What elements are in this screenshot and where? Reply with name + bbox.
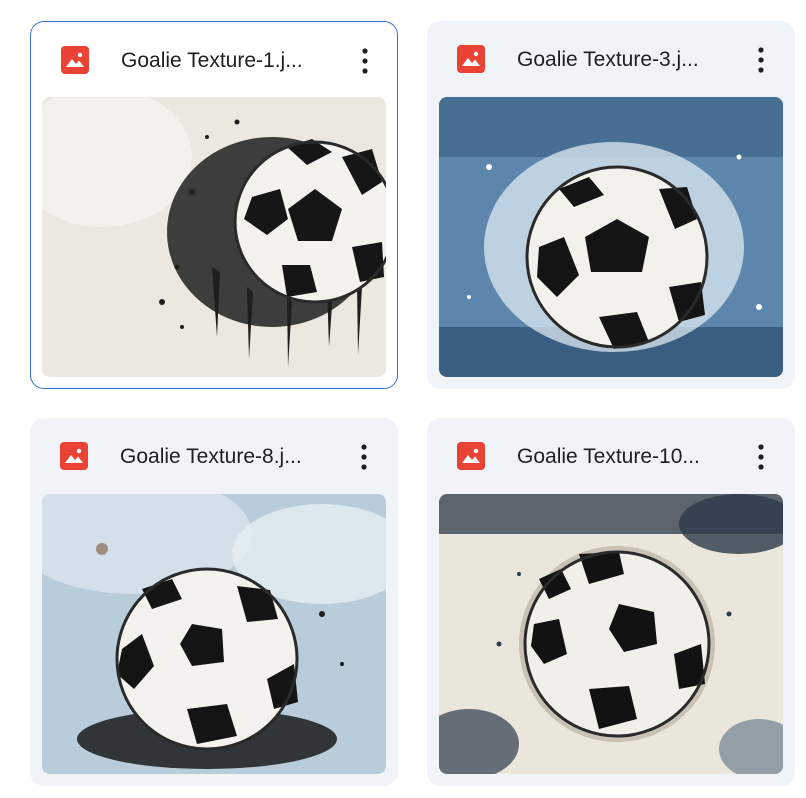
file-card-header: Goalie Texture-8.j... xyxy=(30,418,398,494)
file-card[interactable]: Goalie Texture-10... xyxy=(427,418,795,786)
image-file-icon xyxy=(60,442,88,470)
image-file-icon xyxy=(457,442,485,470)
file-card[interactable]: Goalie Texture-1.j... xyxy=(30,21,398,389)
more-vert-icon xyxy=(362,48,368,74)
file-thumbnail[interactable] xyxy=(439,494,783,774)
file-name: Goalie Texture-3.j... xyxy=(517,48,699,71)
file-thumbnail[interactable] xyxy=(439,97,783,377)
file-card-header: Goalie Texture-1.j... xyxy=(31,22,397,98)
file-card-header: Goalie Texture-10... xyxy=(427,418,795,494)
file-card[interactable]: Goalie Texture-3.j... xyxy=(427,21,795,389)
more-vert-icon xyxy=(758,47,764,73)
more-vert-icon xyxy=(758,444,764,470)
image-file-icon xyxy=(61,46,89,74)
more-options-button[interactable] xyxy=(745,41,783,79)
more-options-button[interactable] xyxy=(348,438,386,476)
file-card-header: Goalie Texture-3.j... xyxy=(427,21,795,97)
more-vert-icon xyxy=(361,444,367,470)
image-file-icon xyxy=(457,45,485,73)
file-name: Goalie Texture-8.j... xyxy=(120,445,302,468)
more-options-button[interactable] xyxy=(349,42,387,80)
file-name: Goalie Texture-10... xyxy=(517,445,700,468)
file-thumbnail[interactable] xyxy=(42,494,386,774)
file-name: Goalie Texture-1.j... xyxy=(121,49,303,72)
more-options-button[interactable] xyxy=(745,438,783,476)
file-card[interactable]: Goalie Texture-8.j... xyxy=(30,418,398,786)
file-thumbnail[interactable] xyxy=(42,97,386,377)
